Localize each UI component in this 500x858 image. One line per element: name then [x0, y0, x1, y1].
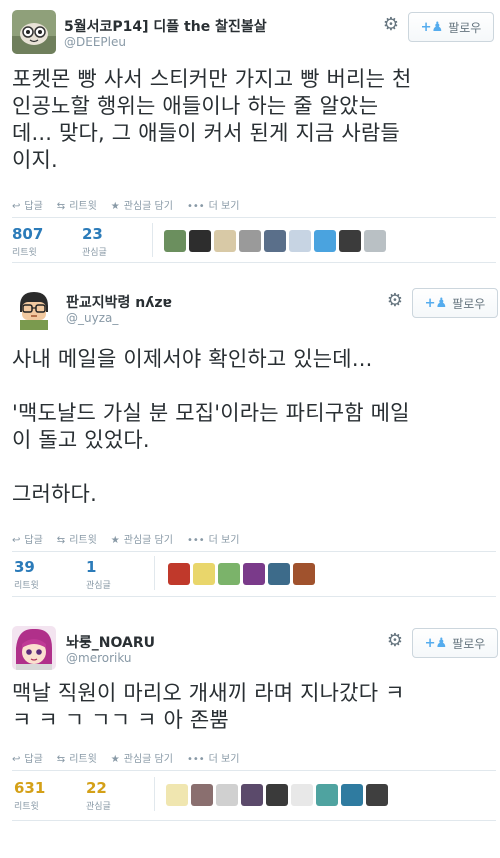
retweet-count[interactable]: 807 리트윗 — [12, 226, 43, 258]
favorite-button[interactable]: ★ 관심글 담기 — [111, 531, 173, 546]
more-button[interactable]: ••• 더 보기 — [187, 197, 239, 212]
retweeter-avatar[interactable] — [266, 784, 288, 806]
retweeter-avatar[interactable] — [316, 784, 338, 806]
gear-icon[interactable]: ⚙ — [382, 16, 400, 34]
retweeter-avatar[interactable] — [166, 784, 188, 806]
avatar[interactable] — [12, 626, 56, 670]
retweeter-avatar[interactable] — [164, 230, 186, 252]
follow-button[interactable]: +♟ 팔로우 — [408, 12, 494, 42]
divider — [12, 551, 496, 552]
reply-icon: ↩ — [12, 201, 21, 212]
tweet-actions: ↩ 답글 ⇆ 리트윗 ★ 관심글 담기 ••• 더 보기 — [12, 197, 239, 212]
retweeter-avatars — [168, 563, 315, 585]
tweet-text: 맥날 직원이 마리오 개새끼 라며 지나갔다 ㅋ ㅋ ㅋ ㄱ ㄱㄱ ㅋ 아 존뿜 — [12, 681, 405, 732]
star-icon: ★ — [110, 535, 120, 546]
follow-button[interactable]: +♟ 팔로우 — [412, 288, 498, 318]
more-button[interactable]: ••• 더 보기 — [187, 750, 239, 765]
divider — [12, 770, 496, 771]
display-name[interactable]: 놔룽_NOARU — [66, 632, 155, 652]
like-count[interactable]: 22 관심글 — [86, 780, 111, 812]
add-person-icon: +♟ — [424, 295, 448, 311]
gear-icon[interactable]: ⚙ — [386, 632, 404, 650]
more-icon: ••• — [186, 754, 205, 765]
retweet-icon: ⇆ — [56, 201, 66, 212]
retweeter-avatar[interactable] — [216, 784, 238, 806]
retweeter-avatar[interactable] — [293, 563, 315, 585]
retweet-icon: ⇆ — [56, 535, 66, 546]
retweeter-avatars — [166, 784, 388, 806]
retweeter-avatar[interactable] — [314, 230, 336, 252]
retweeter-avatar[interactable] — [239, 230, 261, 252]
display-name[interactable]: 5월서코P14] 디플 the 찰진볼살 — [64, 16, 267, 36]
follow-label: 팔로우 — [452, 636, 486, 651]
star-icon: ★ — [110, 754, 120, 765]
retweeter-avatar[interactable] — [291, 784, 313, 806]
favorite-button[interactable]: ★ 관심글 담기 — [111, 750, 173, 765]
more-icon: ••• — [186, 201, 205, 212]
divider — [12, 820, 496, 821]
stat-separator — [152, 223, 153, 257]
retweeter-avatar[interactable] — [168, 563, 190, 585]
avatar[interactable] — [12, 286, 56, 330]
display-name[interactable]: 판교지박령 nʎzɐ — [66, 292, 172, 312]
retweeter-avatar[interactable] — [341, 784, 363, 806]
retweeter-avatar[interactable] — [268, 563, 290, 585]
reply-button[interactable]: ↩ 답글 — [12, 750, 43, 765]
tweet-text: 사내 메일을 이제서야 확인하고 있는데... '맥도날드 가실 분 모집'이라… — [12, 347, 410, 506]
gear-icon[interactable]: ⚙ — [386, 292, 404, 310]
retweeter-avatar[interactable] — [339, 230, 361, 252]
retweet-button[interactable]: ⇆ 리트윗 — [57, 531, 97, 546]
stat-separator — [154, 777, 155, 811]
reply-icon: ↩ — [12, 535, 21, 546]
user-handle[interactable]: @_uyza_ — [66, 311, 118, 325]
retweeter-avatar[interactable] — [264, 230, 286, 252]
tweet-2: 판교지박령 nʎzɐ @_uyza_ ⚙ +♟ 팔로우 사내 메일을 이제서야 … — [0, 270, 500, 610]
retweeter-avatar[interactable] — [241, 784, 263, 806]
retweeter-avatar[interactable] — [191, 784, 213, 806]
retweeter-avatar[interactable] — [218, 563, 240, 585]
retweeter-avatar[interactable] — [364, 230, 386, 252]
user-handle[interactable]: @DEEPleu — [64, 35, 126, 49]
retweeter-avatar[interactable] — [193, 563, 215, 585]
reply-button[interactable]: ↩ 답글 — [12, 197, 43, 212]
retweet-count[interactable]: 39 리트윗 — [14, 559, 39, 591]
retweeter-avatar[interactable] — [214, 230, 236, 252]
retweeter-avatar[interactable] — [243, 563, 265, 585]
follow-label: 팔로우 — [452, 296, 486, 311]
retweeter-avatar[interactable] — [189, 230, 211, 252]
follow-label: 팔로우 — [448, 20, 482, 35]
retweet-button[interactable]: ⇆ 리트윗 — [57, 197, 97, 212]
user-handle[interactable]: @meroriku — [66, 651, 132, 665]
retweeter-avatar[interactable] — [366, 784, 388, 806]
more-icon: ••• — [186, 535, 205, 546]
retweeter-avatar[interactable] — [289, 230, 311, 252]
reply-icon: ↩ — [12, 754, 21, 765]
divider — [12, 217, 496, 218]
favorite-button[interactable]: ★ 관심글 담기 — [111, 197, 173, 212]
tweet-1: 5월서코P14] 디플 the 찰진볼살 @DEEPleu ⚙ +♟ 팔로우 포… — [0, 0, 500, 270]
tweet-text: 포켓몬 빵 사서 스티커만 가지고 빵 버리는 천 인공노할 행위는 애들이나 … — [12, 67, 412, 172]
tweet-actions: ↩ 답글 ⇆ 리트윗 ★ 관심글 담기 ••• 더 보기 — [12, 750, 239, 765]
retweet-button[interactable]: ⇆ 리트윗 — [57, 750, 97, 765]
stat-separator — [154, 556, 155, 590]
retweet-count[interactable]: 631 리트윗 — [14, 780, 45, 812]
star-icon: ★ — [110, 201, 120, 212]
add-person-icon: +♟ — [420, 19, 444, 35]
more-button[interactable]: ••• 더 보기 — [187, 531, 239, 546]
tweet-3: 놔룽_NOARU @meroriku ⚙ +♟ 팔로우 맥날 직원이 마리오 개… — [0, 610, 500, 858]
follow-button[interactable]: +♟ 팔로우 — [412, 628, 498, 658]
divider — [12, 262, 496, 263]
reply-button[interactable]: ↩ 답글 — [12, 531, 43, 546]
like-count[interactable]: 1 관심글 — [86, 559, 111, 591]
like-count[interactable]: 23 관심글 — [82, 226, 107, 258]
retweeter-avatars — [164, 230, 386, 252]
avatar[interactable] — [12, 10, 56, 54]
retweet-icon: ⇆ — [56, 754, 66, 765]
add-person-icon: +♟ — [424, 635, 448, 651]
divider — [12, 596, 496, 597]
tweet-actions: ↩ 답글 ⇆ 리트윗 ★ 관심글 담기 ••• 더 보기 — [12, 531, 239, 546]
